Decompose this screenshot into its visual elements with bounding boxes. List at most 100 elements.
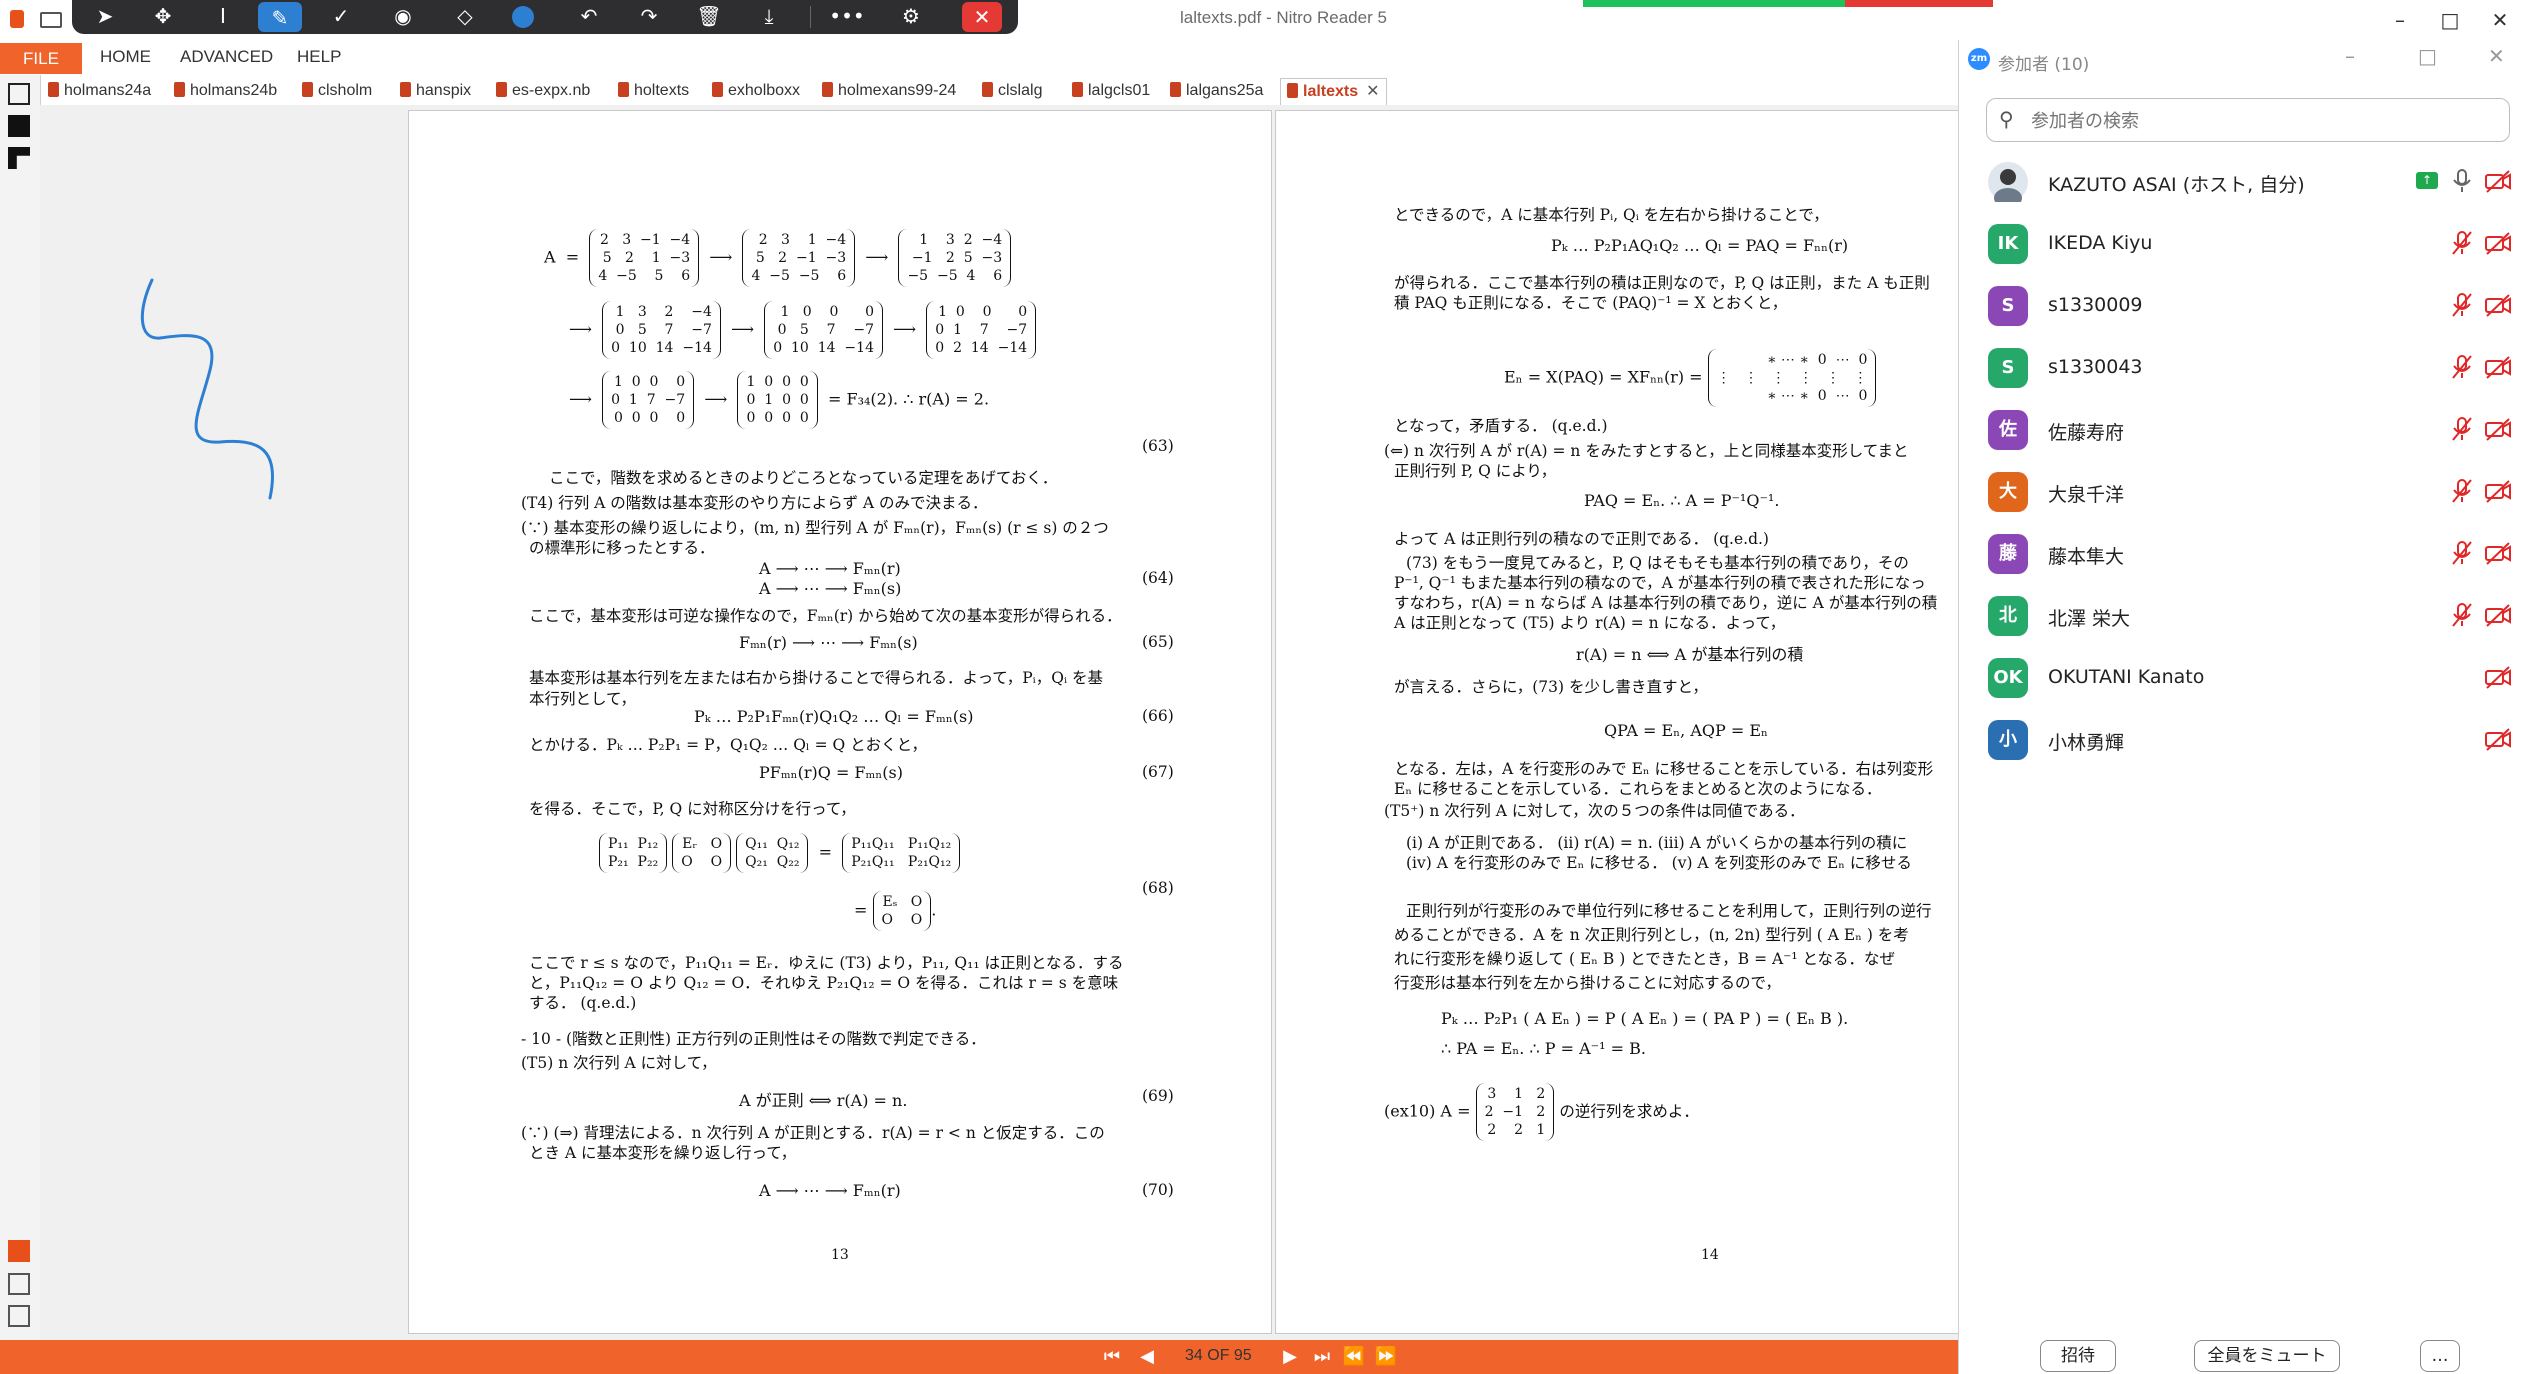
eq-number: (69) (1142, 1087, 1174, 1105)
undo-icon[interactable]: ↶ (566, 0, 612, 34)
participant-row[interactable]: 大大泉千洋 (1980, 464, 2520, 516)
text-cursor-icon[interactable]: I (200, 0, 246, 34)
tab-holmans24a[interactable]: holmans24a (48, 78, 151, 104)
eraser-icon[interactable]: ◇ (442, 0, 488, 34)
tab-label: hanspix (416, 82, 472, 99)
more-icon[interactable]: ••• (824, 0, 870, 34)
mic-muted-icon[interactable] (2450, 540, 2474, 566)
tab-lalgans25a[interactable]: lalgans25a (1170, 78, 1263, 104)
tab-clsholm[interactable]: clsholm (302, 78, 372, 104)
menu-advanced[interactable]: ADVANCED (180, 47, 273, 67)
paragraph: 本行列として， (529, 690, 636, 708)
video-off-icon[interactable] (2484, 230, 2512, 256)
panel-close-icon[interactable]: ✕ (2488, 44, 2505, 68)
layers-icon[interactable] (8, 1273, 30, 1295)
close-icon[interactable]: ✕ (962, 2, 1002, 32)
video-off-icon[interactable] (2484, 354, 2512, 380)
equation: PFₘₙ(r)Q = Fₘₙ(s) (759, 763, 903, 782)
menu-help[interactable]: HELP (297, 47, 341, 67)
attachments-icon[interactable] (8, 1240, 30, 1262)
participant-name: 小林勇輝 (2048, 732, 2125, 754)
video-off-icon[interactable] (2484, 540, 2512, 566)
output-icon[interactable] (8, 1305, 30, 1327)
next-page-icon[interactable]: ▶ (1278, 1345, 1302, 1369)
menu-home[interactable]: HOME (100, 47, 151, 67)
tab-label: clsholm (318, 82, 373, 99)
video-off-icon[interactable] (2484, 726, 2512, 752)
tab-lalgcls01[interactable]: lalgcls01 (1072, 78, 1150, 104)
panel-popout-icon[interactable]: □ (2418, 44, 2437, 68)
mic-muted-icon[interactable] (2450, 602, 2474, 628)
participant-row[interactable]: 小小林勇輝 (1980, 712, 2520, 764)
proof-line: (∵) (⇒) 背理法による．n 次行列 A が正則とする．r(A) = r <… (521, 1124, 1105, 1142)
participant-row[interactable]: 北北澤 栄大 (1980, 588, 2520, 640)
move-icon[interactable]: ✥ (140, 0, 186, 34)
video-off-icon[interactable] (2484, 602, 2512, 628)
next-view-icon[interactable]: ⏩ (1374, 1345, 1398, 1369)
redo-icon[interactable]: ↷ (626, 0, 672, 34)
search-input[interactable] (2029, 107, 2493, 135)
tab-hanspix[interactable]: hanspix (400, 78, 471, 104)
color-dot-icon[interactable] (512, 6, 534, 28)
share-icon[interactable]: ⚙ (888, 0, 934, 34)
mute-all-button[interactable]: 全員をミュート (2194, 1340, 2340, 1372)
participant-row[interactable]: IK IKEDA Kiyu (1980, 216, 2520, 268)
download-icon[interactable]: ⤓ (746, 0, 792, 34)
tab-label: lalgans25a (1186, 82, 1264, 99)
tab-holmexans99-24[interactable]: holmexans99-24 (822, 78, 956, 104)
participant-row[interactable]: 佐佐藤寿府 (1980, 402, 2520, 454)
window-close-icon[interactable]: ✕ (2480, 4, 2520, 36)
mic-muted-icon[interactable] (2450, 354, 2474, 380)
more-options-button[interactable]: … (2420, 1340, 2460, 1372)
participant-row[interactable]: OK OKUTANI Kanato (1980, 650, 2520, 702)
avatar: 藤 (1988, 534, 2028, 574)
tab-clslalg[interactable]: clslalg (982, 78, 1042, 104)
previous-page-icon[interactable]: ◀ (1135, 1345, 1159, 1369)
pages-panel-icon[interactable] (8, 83, 30, 105)
last-page-icon[interactable]: ⏭ (1310, 1345, 1334, 1369)
video-off-icon[interactable] (2484, 416, 2512, 442)
participant-row[interactable]: 藤藤本隼大 (1980, 526, 2520, 578)
tab-laltexts[interactable]: laltexts ✕ (1280, 78, 1387, 105)
tab-close-icon[interactable]: ✕ (1366, 83, 1379, 100)
menu-file[interactable]: FILE (0, 43, 82, 74)
pdf-icon (1072, 81, 1083, 97)
panel-minimize-icon[interactable]: – (2345, 44, 2355, 68)
trash-icon[interactable]: 🗑 (686, 0, 732, 34)
pdf-icon (618, 81, 629, 97)
comments-icon[interactable] (8, 147, 30, 169)
check-icon[interactable]: ✓ (318, 0, 364, 34)
previous-view-icon[interactable]: ⏪ (1342, 1345, 1366, 1369)
first-page-icon[interactable]: ⏮ (1100, 1345, 1124, 1369)
tab-holtexts[interactable]: holtexts (618, 78, 689, 104)
pen-icon[interactable]: ✎ (258, 2, 302, 32)
mic-muted-icon[interactable] (2450, 230, 2474, 256)
tab-exholboxx[interactable]: exholboxx (712, 78, 800, 104)
mic-icon[interactable] (2450, 168, 2474, 194)
video-off-icon[interactable] (2484, 478, 2512, 504)
document-tabs: holmans24a holmans24b clsholm hanspix es… (40, 75, 1958, 106)
pdf-icon (48, 81, 59, 97)
maximize-icon[interactable]: □ (2430, 4, 2470, 36)
eq-number: (68) (1142, 879, 1174, 897)
mic-muted-icon[interactable] (2450, 478, 2474, 504)
mic-muted-icon[interactable] (2450, 292, 2474, 318)
tab-es-expx[interactable]: es-expx.nb (496, 78, 590, 104)
bookmarks-icon[interactable] (8, 115, 30, 137)
folder-open-icon[interactable] (40, 12, 62, 28)
pointer-icon[interactable]: ➤ (82, 0, 128, 34)
participant-row[interactable]: Ss1330009 (1980, 278, 2520, 330)
participant-row[interactable]: Ss1330043 (1980, 340, 2520, 392)
page-indicator[interactable]: 34 OF 95 (1185, 1347, 1252, 1365)
tab-holmans24b[interactable]: holmans24b (174, 78, 277, 104)
mic-muted-icon[interactable] (2450, 416, 2474, 442)
video-off-icon[interactable] (2484, 292, 2512, 318)
invite-button[interactable]: 招待 (2040, 1340, 2116, 1372)
video-off-icon[interactable] (2484, 664, 2512, 690)
video-off-icon[interactable] (2484, 168, 2512, 194)
participants-search[interactable]: ⚲ (1986, 98, 2510, 142)
minimize-icon[interactable]: – (2380, 4, 2420, 36)
equation: Pₖ … P₂P₁ ( A Eₙ ) = P ( A Eₙ ) = ( PA P… (1441, 1009, 1849, 1028)
participant-row[interactable]: KAZUTO ASAI (ホスト, 自分) ↑ (1980, 154, 2520, 208)
stamp-icon[interactable]: ◉ (380, 0, 426, 34)
